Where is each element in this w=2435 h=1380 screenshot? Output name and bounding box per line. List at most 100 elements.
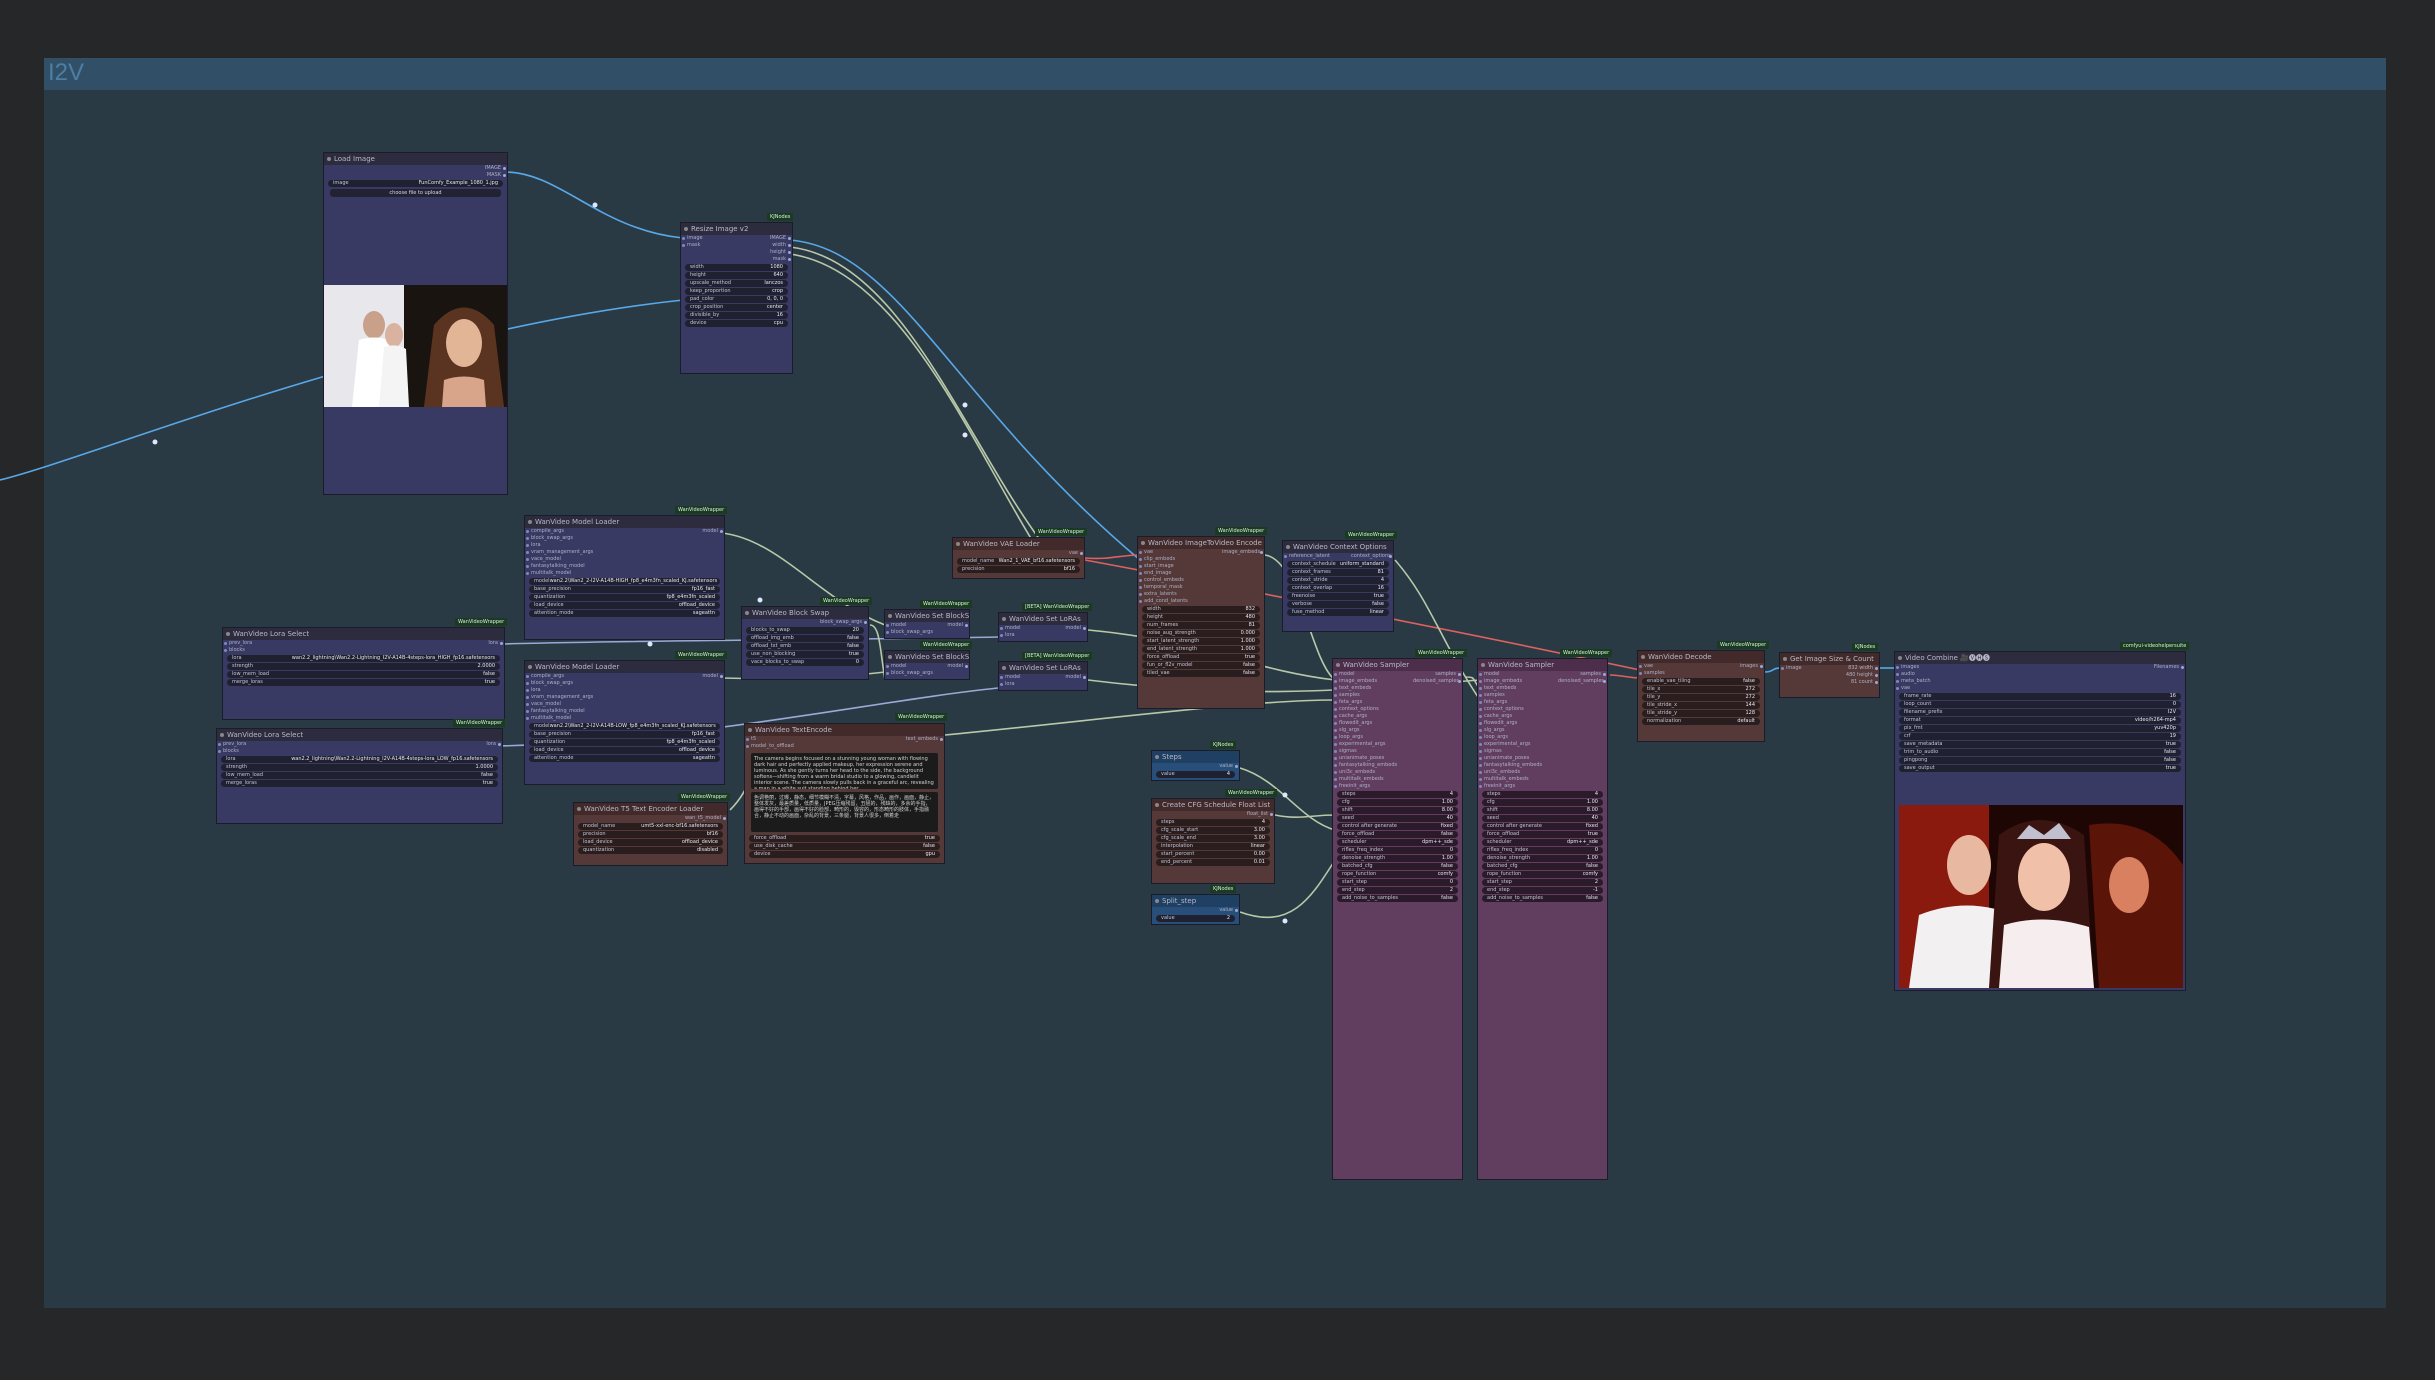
node-title-bar[interactable]: WanVideo Sampler: [1333, 659, 1462, 671]
node-title-bar[interactable]: WanVideo Set BlockSwap: [885, 651, 969, 663]
collapse-dot-icon[interactable]: [888, 655, 892, 659]
node-title-bar[interactable]: Resize Image v2: [681, 223, 792, 235]
input-model[interactable]: model: [1333, 671, 1407, 678]
widget-lora[interactable]: lora wan2.2_lightning\Wan2.2-Lightning_I2…: [227, 655, 500, 662]
output-width[interactable]: width: [737, 242, 793, 249]
input-vae[interactable]: vae: [1895, 685, 2135, 692]
widget-end-step[interactable]: end_step 2: [1337, 887, 1458, 894]
input-extra-latents[interactable]: extra_latents: [1138, 591, 1216, 598]
input-unianimate-poses[interactable]: unianimate_poses: [1333, 755, 1407, 762]
widget-image[interactable]: image FunComfy_Example_1080_1.jpg: [328, 180, 503, 187]
output-vae[interactable]: vae: [953, 550, 1084, 557]
collapse-dot-icon[interactable]: [327, 157, 331, 161]
collapse-dot-icon[interactable]: [1141, 541, 1145, 545]
node-set-loras-2[interactable]: WanVideo Set LoRAs model lora model: [998, 661, 1088, 691]
input-image-embeds[interactable]: image_embeds: [1478, 678, 1552, 685]
widget-force-offload[interactable]: force_offload false: [1337, 831, 1458, 838]
input-context-options[interactable]: context_options: [1478, 706, 1552, 713]
widget-model[interactable]: model wan2.2\Wan2_2-I2V-A14B-HIGH_fp8_e4m…: [529, 578, 720, 585]
input-image[interactable]: image: [681, 235, 737, 242]
output-denoised-samples[interactable]: denoised_samples: [1552, 678, 1607, 685]
output-model[interactable]: model: [684, 528, 724, 535]
widget-use-non-blocking[interactable]: use_non_blocking true: [746, 651, 864, 658]
input-vram-management-args[interactable]: vram_management_args: [525, 549, 684, 556]
widget-value[interactable]: value 4: [1156, 771, 1235, 778]
widget-rope-function[interactable]: rope_function comfy: [1337, 871, 1458, 878]
collapse-dot-icon[interactable]: [956, 542, 960, 546]
widget-filename-prefix[interactable]: filename_prefix I2V: [1899, 709, 2181, 716]
node-title-bar[interactable]: Get Image Size & Count: [1780, 653, 1879, 665]
collapse-dot-icon[interactable]: [1481, 663, 1485, 667]
output-value[interactable]: value: [1152, 907, 1239, 914]
widget-save-output[interactable]: save_output true: [1899, 765, 2181, 772]
widget-loop-count[interactable]: loop_count 0: [1899, 701, 2181, 708]
node-split-step[interactable]: Split_step value value 2: [1151, 894, 1240, 925]
widget-pad-color[interactable]: pad_color 0, 0, 0: [685, 296, 788, 303]
output-832-width[interactable]: 832 width: [1827, 665, 1879, 672]
node-title-bar[interactable]: Split_step: [1152, 895, 1239, 907]
widget-precision[interactable]: precision bf16: [578, 831, 723, 838]
input-uni3c-embeds[interactable]: uni3c_embeds: [1333, 769, 1407, 776]
input-loop-args[interactable]: loop_args: [1333, 734, 1407, 741]
node-vae-loader[interactable]: WanVideo VAE Loader vae model_name Wan2_1…: [952, 537, 1085, 579]
widget-blocks-to-swap[interactable]: blocks_to_swap 20: [746, 627, 864, 634]
widget-format[interactable]: format video/h264-mp4: [1899, 717, 2181, 724]
widget-num-frames[interactable]: num_frames 81: [1142, 622, 1260, 629]
collapse-dot-icon[interactable]: [1155, 803, 1159, 807]
output-filenames[interactable]: Filenames: [2135, 664, 2185, 671]
widget-tile-x[interactable]: tile_x 272: [1642, 686, 1760, 693]
node-lora-select-low[interactable]: WanVideo Lora Select prev_lora blocks lor…: [216, 728, 503, 824]
widget-value[interactable]: value 2: [1156, 915, 1235, 922]
widget-strength[interactable]: strength 1.0000: [221, 764, 498, 771]
widget-trim-to-audio[interactable]: trim_to_audio false: [1899, 749, 2181, 756]
input-meta-batch[interactable]: meta_batch: [1895, 678, 2135, 685]
widget-control-after-generate[interactable]: control after generate fixed: [1482, 823, 1603, 830]
input-lora[interactable]: lora: [525, 687, 684, 694]
output-text-embeds[interactable]: text_embeds: [894, 736, 944, 743]
widget-model[interactable]: model wan2.2\Wan2_2-I2V-A14B-LOW_fp8_e4m3…: [529, 723, 720, 730]
input-multitalk-embeds[interactable]: multitalk_embeds: [1333, 776, 1407, 783]
widget-end-percent[interactable]: end_percent 0.01: [1156, 859, 1270, 866]
widget-batched-cfg[interactable]: batched_cfg false: [1482, 863, 1603, 870]
widget-load-device[interactable]: load_device offload_device: [529, 747, 720, 754]
node-title-bar[interactable]: WanVideo Set BlockSwap: [885, 610, 969, 622]
widget-offload-txt-emb[interactable]: offload_txt_emb false: [746, 643, 864, 650]
input-flowedit-args[interactable]: flowedit_args: [1333, 720, 1407, 727]
input-uni3c-embeds[interactable]: uni3c_embeds: [1478, 769, 1552, 776]
input-t5[interactable]: t5: [745, 736, 894, 743]
widget-base-precision[interactable]: base_precision fp16_fast: [529, 731, 720, 738]
widget-base-precision[interactable]: base_precision fp16_fast: [529, 586, 720, 593]
node-title-bar[interactable]: Create CFG Schedule Float List: [1152, 799, 1274, 811]
node-context-options[interactable]: WanVideo Context Options reference_laten…: [1282, 540, 1394, 632]
output-model[interactable]: model: [1057, 625, 1087, 632]
node-title-bar[interactable]: WanVideo VAE Loader: [953, 538, 1084, 550]
collapse-dot-icon[interactable]: [748, 728, 752, 732]
output-context-options[interactable]: context_options: [1345, 553, 1393, 560]
widget-merge-loras[interactable]: merge_loras true: [227, 679, 500, 686]
input-samples[interactable]: samples: [1638, 670, 1724, 677]
input-model[interactable]: model: [885, 663, 939, 670]
widget-pix-fmt[interactable]: pix_fmt yuv420p: [1899, 725, 2181, 732]
widget-batched-cfg[interactable]: batched_cfg false: [1337, 863, 1458, 870]
input-fantasytalking-model[interactable]: fantasytalking_model: [525, 563, 684, 570]
input-blocks[interactable]: blocks: [217, 748, 462, 755]
widget-fuse-method[interactable]: fuse_method linear: [1287, 609, 1389, 616]
collapse-dot-icon[interactable]: [226, 632, 230, 636]
output-lora[interactable]: lora: [464, 640, 504, 647]
widget-noise-aug-strength[interactable]: noise_aug_strength 0.000: [1142, 630, 1260, 637]
widget-context-stride[interactable]: context_stride 4: [1287, 577, 1389, 584]
widget-width[interactable]: width 832: [1142, 606, 1260, 613]
input-text-embeds[interactable]: text_embeds: [1333, 685, 1407, 692]
widget-precision[interactable]: precision bf16: [957, 566, 1080, 573]
widget-load-device[interactable]: load_device offload_device: [529, 602, 720, 609]
input-unianimate-poses[interactable]: unianimate_poses: [1478, 755, 1552, 762]
input-freeinit-args[interactable]: freeinit_args: [1333, 783, 1407, 790]
widget-device[interactable]: device cpu: [685, 320, 788, 327]
input-vace-model[interactable]: vace_model: [525, 701, 684, 708]
input-cache-args[interactable]: cache_args: [1333, 713, 1407, 720]
output-t5-model[interactable]: wan_t5_model: [574, 815, 727, 822]
input-fantasytalking-embeds[interactable]: fantasytalking_embeds: [1478, 762, 1552, 769]
widget-strength[interactable]: strength 2.0000: [227, 663, 500, 670]
node-title-bar[interactable]: WanVideo T5 Text Encoder Loader: [574, 803, 727, 815]
input-samples[interactable]: samples: [1333, 692, 1407, 699]
